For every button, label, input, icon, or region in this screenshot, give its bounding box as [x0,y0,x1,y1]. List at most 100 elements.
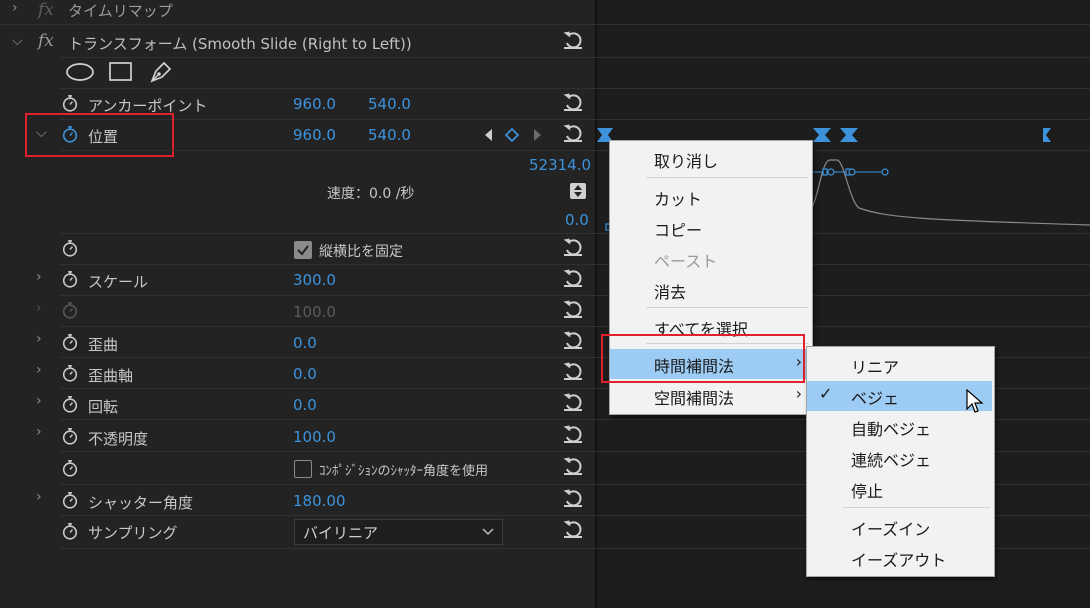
menu-item-label: 自動ベジェ [851,420,932,439]
reset-icon[interactable] [562,392,584,412]
reset-icon[interactable] [562,456,584,476]
property-row-skew-axis[interactable]: › 歪曲軸 0.0 [0,358,596,388]
chevron-down-icon [482,528,494,536]
menu-item-clear[interactable]: 消去 [610,275,812,305]
menu-item-continuous-bezier[interactable]: 連続ベジェ [807,443,994,473]
property-row-uniform-scale[interactable]: 縦横比を固定 [0,234,596,264]
property-label: シャッター角度 [88,494,194,512]
fx-icon[interactable]: fx [38,0,54,20]
stopwatch-icon [61,301,79,319]
shutter-comp-checkbox[interactable] [294,460,312,478]
menu-item-spatial-interpolation[interactable]: 空間補間法 › [610,381,812,411]
stopwatch-icon[interactable] [61,491,79,509]
menu-item-label: 空間補間法 [654,389,735,408]
effect-row-time-remap[interactable]: › fx タイムリマップ [0,0,596,26]
chevron-right-icon[interactable]: › [36,269,42,285]
ellipse-mask-icon[interactable] [66,62,96,84]
property-row-shutter-angle[interactable]: › シャッター角度 180.00 [0,485,596,515]
stopwatch-icon[interactable] [61,239,79,257]
menu-item-ease-in[interactable]: イーズイン [807,512,994,542]
dropdown-value: バイリニア [303,524,379,542]
annotation-highlight-box [601,334,805,383]
menu-item-label: 取り消し [654,152,719,171]
menu-separator [843,507,990,508]
value[interactable]: 0.0 [293,334,317,352]
stopwatch-icon[interactable] [61,94,79,112]
sampling-dropdown[interactable]: バイリニア [294,519,503,545]
menu-item-bezier[interactable]: ✓ ベジェ [807,381,992,411]
property-row-rotation[interactable]: › 回転 0.0 [0,389,596,419]
reset-icon[interactable] [562,299,584,319]
reset-icon[interactable] [562,123,584,143]
property-label: サンプリング [88,524,178,542]
value[interactable]: 300.0 [293,271,336,289]
reset-icon[interactable] [562,237,584,257]
reset-icon[interactable] [562,424,584,444]
stopwatch-icon[interactable] [61,459,79,477]
chevron-right-icon[interactable]: › [36,362,42,378]
menu-item-hold[interactable]: 停止 [807,474,994,504]
property-row-sampling[interactable]: サンプリング バイリニア [0,516,596,548]
reset-icon[interactable] [562,30,584,50]
value[interactable]: 180.00 [293,492,346,510]
rectangle-mask-icon[interactable] [108,61,134,83]
stopwatch-icon[interactable] [61,270,79,288]
keyframe-navigator[interactable] [482,128,542,142]
reset-icon[interactable] [562,92,584,112]
property-row-scale-width: › 100.0 [0,296,596,326]
menu-separator [646,177,808,178]
stopwatch-icon[interactable] [61,427,79,445]
menu-item-copy[interactable]: コピー [610,213,812,243]
chevron-right-icon: › [36,300,42,316]
graph-scale-icon[interactable] [570,183,586,199]
value[interactable]: 0.0 [293,396,317,414]
effect-label: トランスフォーム (Smooth Slide (Right to Left)) [68,35,412,53]
property-row-opacity[interactable]: › 不透明度 100.0 [0,420,596,450]
value-x[interactable]: 960.0 [293,126,336,144]
stopwatch-icon[interactable] [61,364,79,382]
reset-icon[interactable] [562,268,584,288]
value-y[interactable]: 540.0 [368,95,411,113]
chevron-right-icon[interactable]: › [12,0,18,16]
check-icon: ✓ [819,384,833,403]
stopwatch-icon[interactable] [61,522,79,540]
effect-label: タイムリマップ [68,2,173,20]
value[interactable]: 0.0 [293,365,317,383]
submenu-arrow-icon: › [795,384,802,403]
value: 100.0 [293,303,336,321]
property-row-skew[interactable]: › 歪曲 0.0 [0,327,596,357]
menu-item-undo[interactable]: 取り消し [610,144,812,174]
property-row-scale[interactable]: › スケール 300.0 [0,265,596,295]
value-x[interactable]: 960.0 [293,95,336,113]
menu-item-label: 停止 [851,482,884,501]
reset-icon[interactable] [562,330,584,350]
menu-item-cut[interactable]: カット [610,182,812,212]
pen-mask-icon[interactable] [148,59,174,85]
menu-item-label: カット [654,190,703,209]
property-label: 不透明度 [88,430,149,448]
reset-icon[interactable] [562,488,584,508]
value[interactable]: 100.0 [293,428,336,446]
fx-icon[interactable]: fx [38,31,54,51]
menu-separator [646,307,808,308]
property-row-shutter-comp[interactable]: ｺﾝﾎﾟｼﾞｼｮﾝのｼｬｯﾀｰ角度を使用 [0,452,596,484]
chevron-right-icon[interactable]: › [36,489,42,505]
value-y[interactable]: 540.0 [368,126,411,144]
chevron-right-icon[interactable]: › [36,424,42,440]
menu-item-ease-out[interactable]: イーズアウト [807,543,994,573]
chevron-right-icon[interactable]: › [36,331,42,347]
stopwatch-icon[interactable] [61,395,79,413]
property-label: 歪曲軸 [88,367,134,385]
chevron-down-icon[interactable]: ⌵ [12,33,23,49]
effect-row-transform[interactable]: ⌵ fx トランスフォーム (Smooth Slide (Right to Le… [0,28,596,58]
uniform-scale-checkbox[interactable] [294,241,312,259]
checkbox-label: 縦横比を固定 [319,244,403,260]
menu-item-label: ペースト [654,252,718,271]
velocity-readout: 速度：0.0 /秒 [327,186,415,202]
stopwatch-icon[interactable] [61,333,79,351]
reset-icon[interactable] [562,519,584,539]
chevron-right-icon[interactable]: › [36,393,42,409]
menu-item-linear[interactable]: リニア [807,350,994,380]
checkbox-label: ｺﾝﾎﾟｼﾞｼｮﾝのｼｬｯﾀｰ角度を使用 [319,464,489,479]
reset-icon[interactable] [562,361,584,381]
